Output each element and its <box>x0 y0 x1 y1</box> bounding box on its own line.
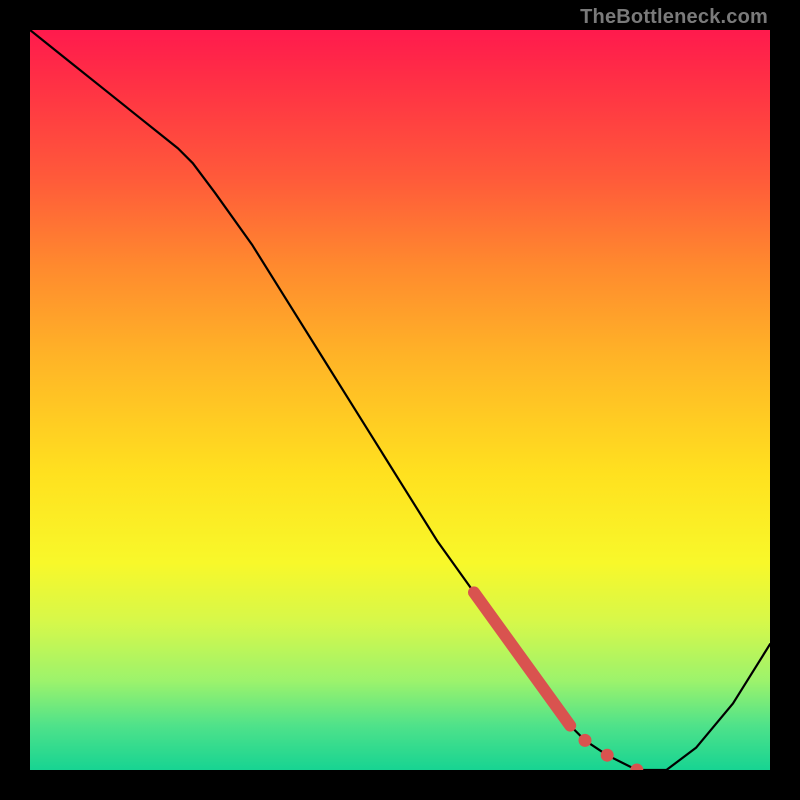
curve-layer <box>30 30 770 770</box>
bottleneck-curve <box>30 30 770 770</box>
highlight-dot <box>630 764 643 771</box>
highlight-segment <box>474 592 570 725</box>
highlight-dot <box>601 749 614 762</box>
chart-frame: TheBottleneck.com <box>0 0 800 800</box>
highlight-dots <box>579 734 644 770</box>
plot-area <box>30 30 770 770</box>
watermark-text: TheBottleneck.com <box>580 6 768 29</box>
highlight-dot <box>579 734 592 747</box>
